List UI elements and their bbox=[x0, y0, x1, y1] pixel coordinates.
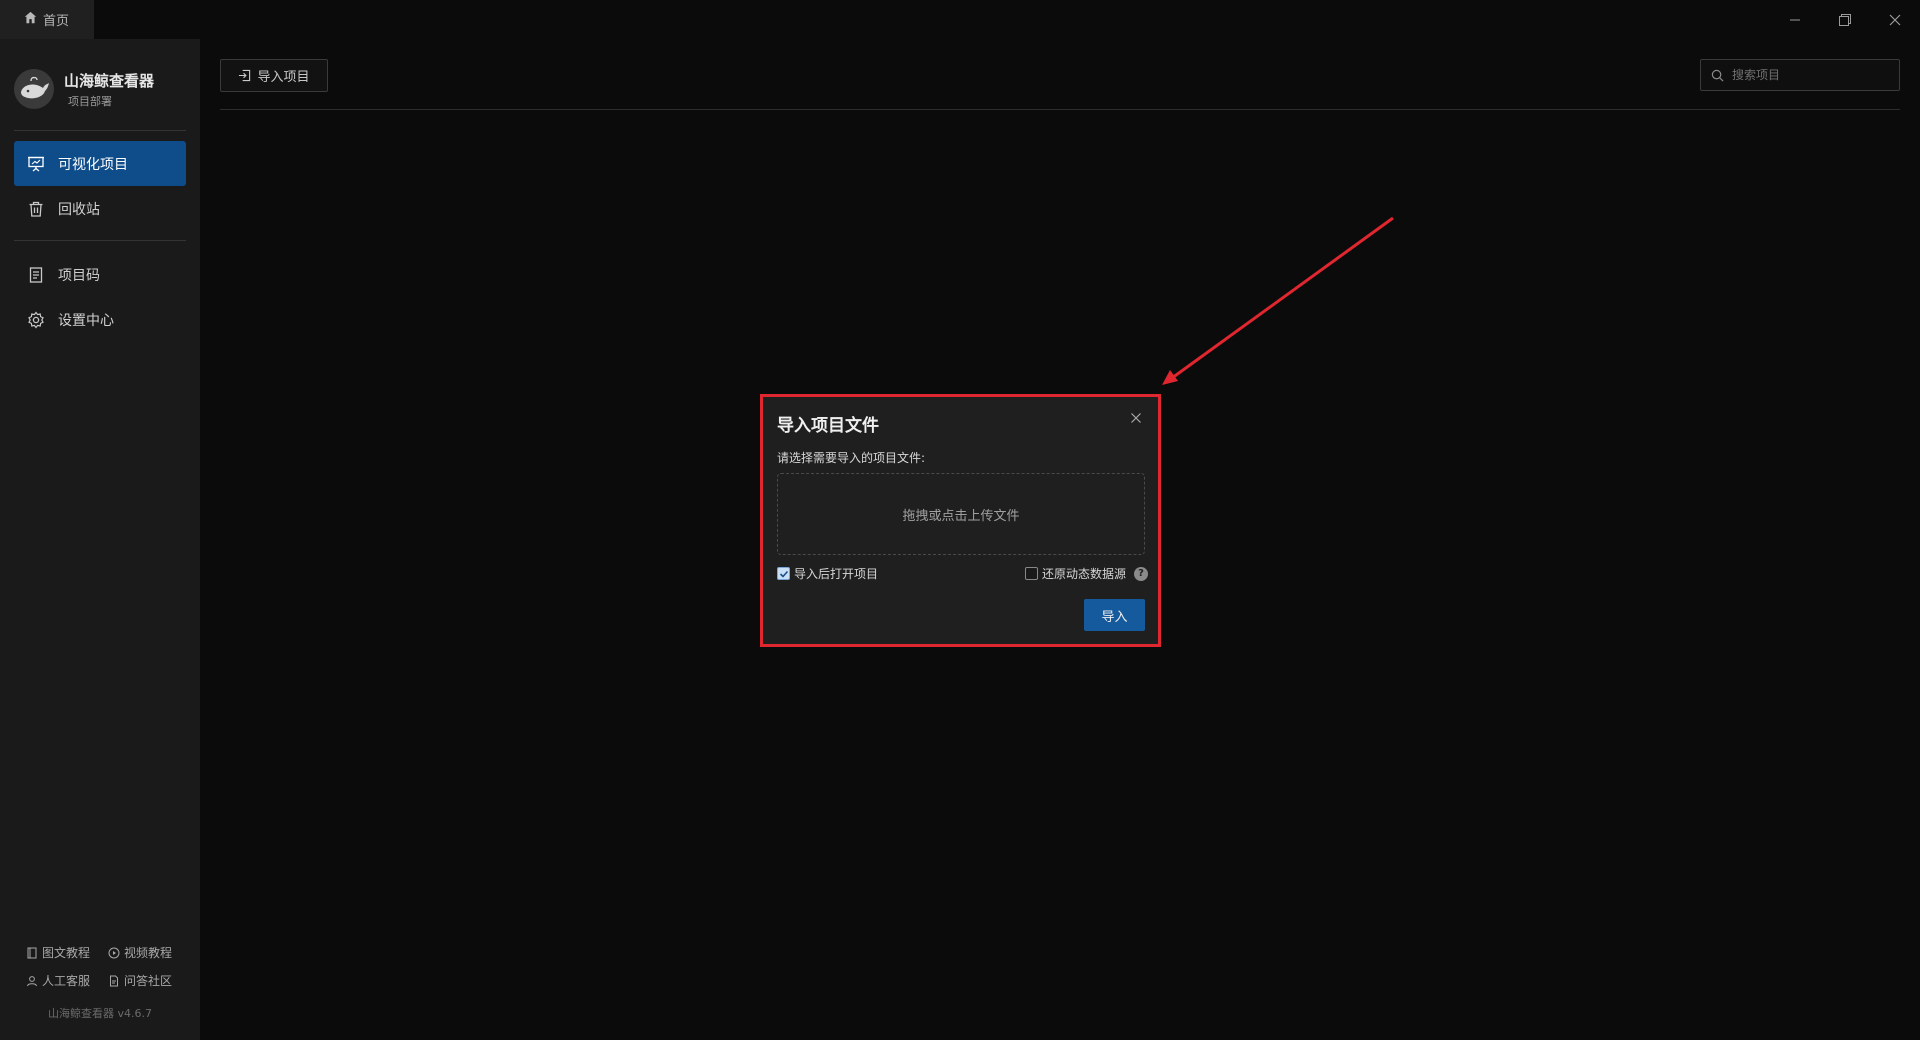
close-icon bbox=[1131, 413, 1141, 423]
sidebar-item-label: 回收站 bbox=[58, 201, 100, 218]
tab-home-label: 首页 bbox=[43, 14, 70, 29]
confirm-import-button[interactable]: 导入 bbox=[1084, 599, 1145, 631]
sidebar-item-recycle-bin[interactable]: 回收站 bbox=[14, 186, 186, 231]
brand-subtitle: 项目部署 bbox=[68, 94, 112, 108]
avatar bbox=[14, 69, 54, 109]
dialog-prompt: 请选择需要导入的项目文件: bbox=[777, 451, 926, 465]
search-input[interactable] bbox=[1732, 68, 1892, 82]
sidebar-item-label: 可视化项目 bbox=[58, 156, 128, 173]
version-label: 山海鲸查看器 v4.6.7 bbox=[48, 1007, 152, 1020]
import-project-dialog: 导入项目文件 请选择需要导入的项目文件: 拖拽或点击上传文件 导入后打开项目 还… bbox=[763, 397, 1158, 644]
file-dropzone[interactable]: 拖拽或点击上传文件 bbox=[777, 473, 1145, 555]
sidebar: 山海鲸查看器 项目部署 可视化项目 回收站 项目码 设置中心 图文教程 视频教程… bbox=[0, 39, 200, 1040]
footer-link-label: 图文教程 bbox=[42, 946, 91, 960]
restore-button[interactable] bbox=[1820, 0, 1870, 39]
sidebar-divider bbox=[14, 240, 186, 241]
link-video-tutorial[interactable]: 视频教程 bbox=[108, 944, 172, 961]
dropzone-text: 拖拽或点击上传文件 bbox=[902, 508, 1020, 524]
sidebar-item-label: 设置中心 bbox=[58, 312, 114, 329]
sidebar-divider bbox=[14, 130, 186, 131]
link-customer-service[interactable]: 人工客服 bbox=[26, 972, 90, 989]
footer-link-label: 人工客服 bbox=[42, 974, 91, 988]
book-icon bbox=[27, 947, 37, 958]
gear-icon bbox=[26, 310, 46, 330]
sidebar-item-visual-projects[interactable]: 可视化项目 bbox=[14, 141, 186, 186]
search-box[interactable] bbox=[1700, 59, 1900, 91]
play-icon bbox=[108, 947, 120, 958]
import-project-button[interactable]: 导入项目 bbox=[220, 59, 328, 92]
home-icon bbox=[24, 11, 37, 28]
open-after-import-checkbox[interactable] bbox=[777, 567, 790, 580]
minimize-button[interactable] bbox=[1770, 0, 1820, 39]
brand-title: 山海鲸查看器 bbox=[64, 71, 155, 90]
dialog-close-button[interactable] bbox=[1130, 409, 1146, 425]
title-bar: 首页 bbox=[0, 0, 1920, 39]
restore-icon bbox=[1839, 13, 1851, 26]
user-icon bbox=[27, 975, 37, 986]
document-icon bbox=[26, 265, 46, 285]
link-graphic-tutorial[interactable]: 图文教程 bbox=[26, 944, 90, 961]
footer-link-label: 问答社区 bbox=[124, 974, 173, 988]
restore-datasource-label: 还原动态数据源 bbox=[1042, 567, 1127, 581]
presentation-icon bbox=[26, 154, 46, 174]
sidebar-item-label: 项目码 bbox=[58, 267, 100, 284]
close-icon bbox=[1889, 14, 1901, 25]
footer-link-label: 视频教程 bbox=[124, 946, 173, 960]
open-after-import-label: 导入后打开项目 bbox=[794, 567, 879, 581]
sidebar-item-settings[interactable]: 设置中心 bbox=[14, 297, 186, 342]
help-icon[interactable]: ? bbox=[1134, 566, 1149, 581]
trash-icon bbox=[26, 199, 46, 219]
tab-home[interactable]: 首页 bbox=[0, 0, 94, 39]
checkmark-icon bbox=[779, 570, 788, 578]
sidebar-item-project-code[interactable]: 项目码 bbox=[14, 252, 186, 297]
minimize-icon bbox=[1790, 19, 1800, 20]
brand: 山海鲸查看器 项目部署 bbox=[14, 69, 154, 109]
close-window-button[interactable] bbox=[1870, 0, 1920, 39]
whale-logo-icon bbox=[21, 76, 49, 99]
doc-icon bbox=[110, 975, 118, 986]
link-qa-community[interactable]: 问答社区 bbox=[108, 972, 172, 989]
search-icon bbox=[1711, 69, 1724, 81]
import-project-label: 导入项目 bbox=[257, 70, 310, 85]
content-divider bbox=[220, 109, 1900, 110]
restore-datasource-option[interactable]: 还原动态数据源 ? bbox=[1025, 565, 1149, 582]
open-after-import-option[interactable]: 导入后打开项目 bbox=[777, 565, 878, 582]
restore-datasource-checkbox[interactable] bbox=[1025, 567, 1038, 580]
dialog-title: 导入项目文件 bbox=[777, 416, 879, 436]
import-icon bbox=[239, 69, 251, 82]
